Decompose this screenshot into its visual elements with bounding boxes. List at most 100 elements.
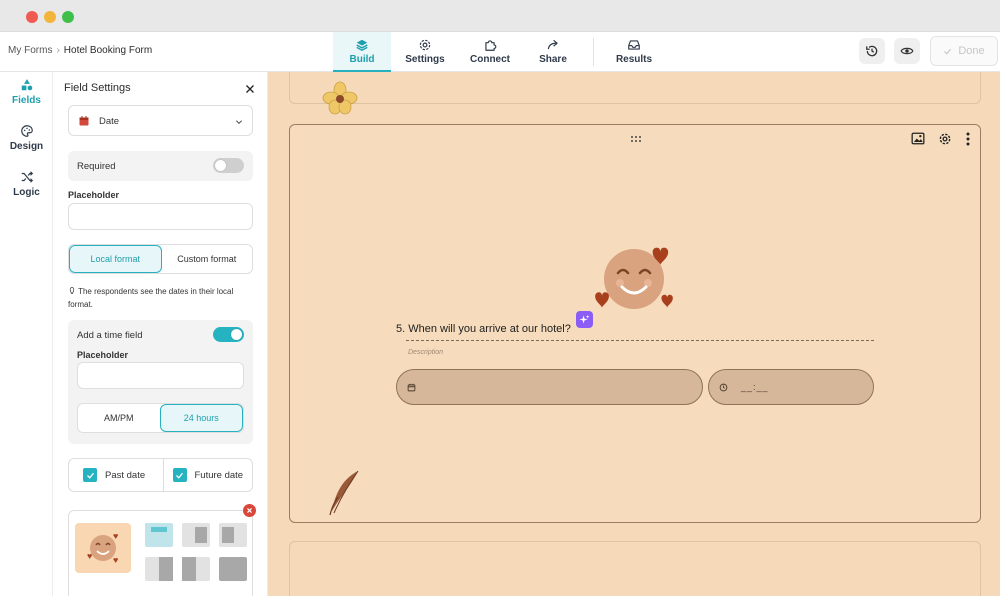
maximize-window-button[interactable]	[62, 11, 74, 23]
time-field-toggle[interactable]	[213, 327, 244, 342]
gear-icon	[419, 39, 431, 51]
done-button[interactable]: Done	[930, 36, 998, 66]
shapes-icon	[21, 79, 32, 91]
required-label: Required	[77, 161, 116, 172]
rail-item-fields[interactable]: Fields	[0, 78, 53, 106]
app-header: My Forms › Hotel Booking Form Build Settin…	[0, 32, 1000, 72]
ampm-option[interactable]: AM/PM	[78, 404, 160, 432]
question-card[interactable]: 5. When will you arrive at our hotel? De…	[289, 124, 981, 523]
next-question-card[interactable]	[289, 541, 981, 596]
drag-handle-icon[interactable]	[630, 135, 642, 143]
remove-image-badge[interactable]	[243, 504, 256, 517]
bulb-icon	[69, 287, 75, 294]
question-underline	[406, 340, 874, 341]
gear-icon[interactable]	[938, 132, 952, 146]
question-title[interactable]: 5. When will you arrive at our hotel?	[396, 323, 571, 335]
tab-build[interactable]: Build	[333, 32, 391, 72]
future-date-checkbox[interactable]	[172, 468, 187, 482]
palette-icon	[20, 125, 33, 137]
required-row: Required	[68, 151, 253, 181]
tab-connect[interactable]: Connect	[461, 32, 519, 72]
past-date-label: Past date	[105, 469, 146, 481]
time-input[interactable]: __:__	[708, 369, 874, 405]
future-date-option[interactable]: Future date	[164, 459, 253, 491]
rail-item-logic-label: Logic	[13, 187, 40, 198]
future-date-label: Future date	[194, 469, 244, 481]
share-arrow-icon	[547, 39, 558, 50]
layout-option-right[interactable]	[182, 523, 210, 547]
breadcrumb-current: Hotel Booking Form	[63, 45, 153, 56]
image-icon[interactable]	[911, 132, 925, 145]
more-vertical-icon[interactable]	[966, 132, 970, 146]
flower-illustration	[322, 81, 358, 115]
svg-text:♥: ♥	[113, 531, 118, 541]
window-titlebar	[0, 0, 1000, 32]
close-icon	[246, 85, 254, 93]
question-description[interactable]: Description	[408, 349, 443, 356]
layout-option-top[interactable]	[145, 523, 173, 547]
history-button[interactable]	[859, 38, 885, 64]
leaf-illustration	[329, 470, 359, 516]
custom-format-option[interactable]: Custom format	[162, 245, 253, 273]
tab-build-label: Build	[349, 54, 375, 65]
preview-button[interactable]	[894, 38, 920, 64]
image-thumbnail[interactable]: ♥ ♥ ♥	[75, 523, 131, 573]
chevron-down-icon	[235, 120, 243, 125]
rail-item-design[interactable]: Design	[0, 124, 53, 152]
layout-option-split-right[interactable]	[145, 557, 173, 581]
calendar-icon	[79, 116, 89, 126]
image-layout-picker: ♥ ♥ ♥	[68, 510, 253, 596]
done-label: Done	[958, 45, 985, 57]
previous-question-card[interactable]	[289, 72, 981, 104]
time-placeholder-label: Placeholder	[77, 350, 129, 360]
inbox-icon	[628, 40, 640, 50]
placeholder-input[interactable]	[68, 203, 253, 230]
tab-share-label: Share	[539, 54, 567, 65]
smiley-hearts-illustration	[595, 247, 673, 309]
ai-assist-button[interactable]	[576, 311, 593, 328]
past-date-option[interactable]: Past date	[69, 459, 164, 491]
24-hours-option[interactable]: 24 hours	[159, 404, 243, 432]
rail-item-logic[interactable]: Logic	[0, 170, 53, 198]
check-icon	[944, 48, 952, 55]
rail-item-fields-label: Fields	[12, 95, 41, 106]
past-date-checkbox[interactable]	[83, 468, 97, 482]
shuffle-icon	[21, 171, 33, 183]
time-field-label: Add a time field	[77, 330, 143, 341]
sparkle-icon	[579, 314, 590, 324]
layers-icon	[356, 39, 368, 52]
close-icon	[247, 508, 252, 513]
layout-option-background[interactable]	[219, 557, 247, 581]
breadcrumb-separator: ›	[56, 45, 60, 56]
date-range-options: Past date Future date	[68, 458, 253, 492]
panel-title: Field Settings	[64, 82, 131, 94]
breadcrumb-root[interactable]: My Forms	[8, 45, 52, 56]
date-input[interactable]	[396, 369, 703, 405]
layout-option-split-left[interactable]	[182, 557, 210, 581]
time-placeholder-input[interactable]	[77, 362, 244, 389]
breadcrumb: My Forms › Hotel Booking Form	[8, 45, 152, 56]
nav-divider	[593, 38, 594, 66]
layout-option-left[interactable]	[219, 523, 247, 547]
local-format-option[interactable]: Local format	[69, 245, 162, 273]
eye-icon	[900, 47, 914, 55]
close-window-button[interactable]	[26, 11, 38, 23]
puzzle-icon	[485, 40, 497, 51]
rail-item-design-label: Design	[9, 141, 44, 152]
form-canvas: 5. When will you arrive at our hotel? De…	[268, 72, 1000, 596]
close-panel-button[interactable]	[244, 82, 256, 100]
tab-results[interactable]: Results	[605, 32, 663, 72]
svg-text:♥: ♥	[87, 551, 92, 561]
tab-connect-label: Connect	[470, 54, 510, 65]
field-type-select[interactable]: Date	[68, 105, 253, 136]
field-settings-panel: Field Settings Date Required Placeholder…	[54, 72, 268, 596]
tab-share[interactable]: Share	[524, 32, 582, 72]
history-icon	[866, 45, 878, 57]
tab-settings[interactable]: Settings	[396, 32, 454, 72]
hour-format-segment: AM/PM 24 hours	[77, 403, 244, 433]
required-toggle[interactable]	[213, 158, 244, 173]
check-icon	[176, 472, 184, 479]
minimize-window-button[interactable]	[44, 11, 56, 23]
format-note: The respondents see the dates in their l…	[68, 285, 258, 311]
format-segment: Local format Custom format	[68, 244, 253, 274]
